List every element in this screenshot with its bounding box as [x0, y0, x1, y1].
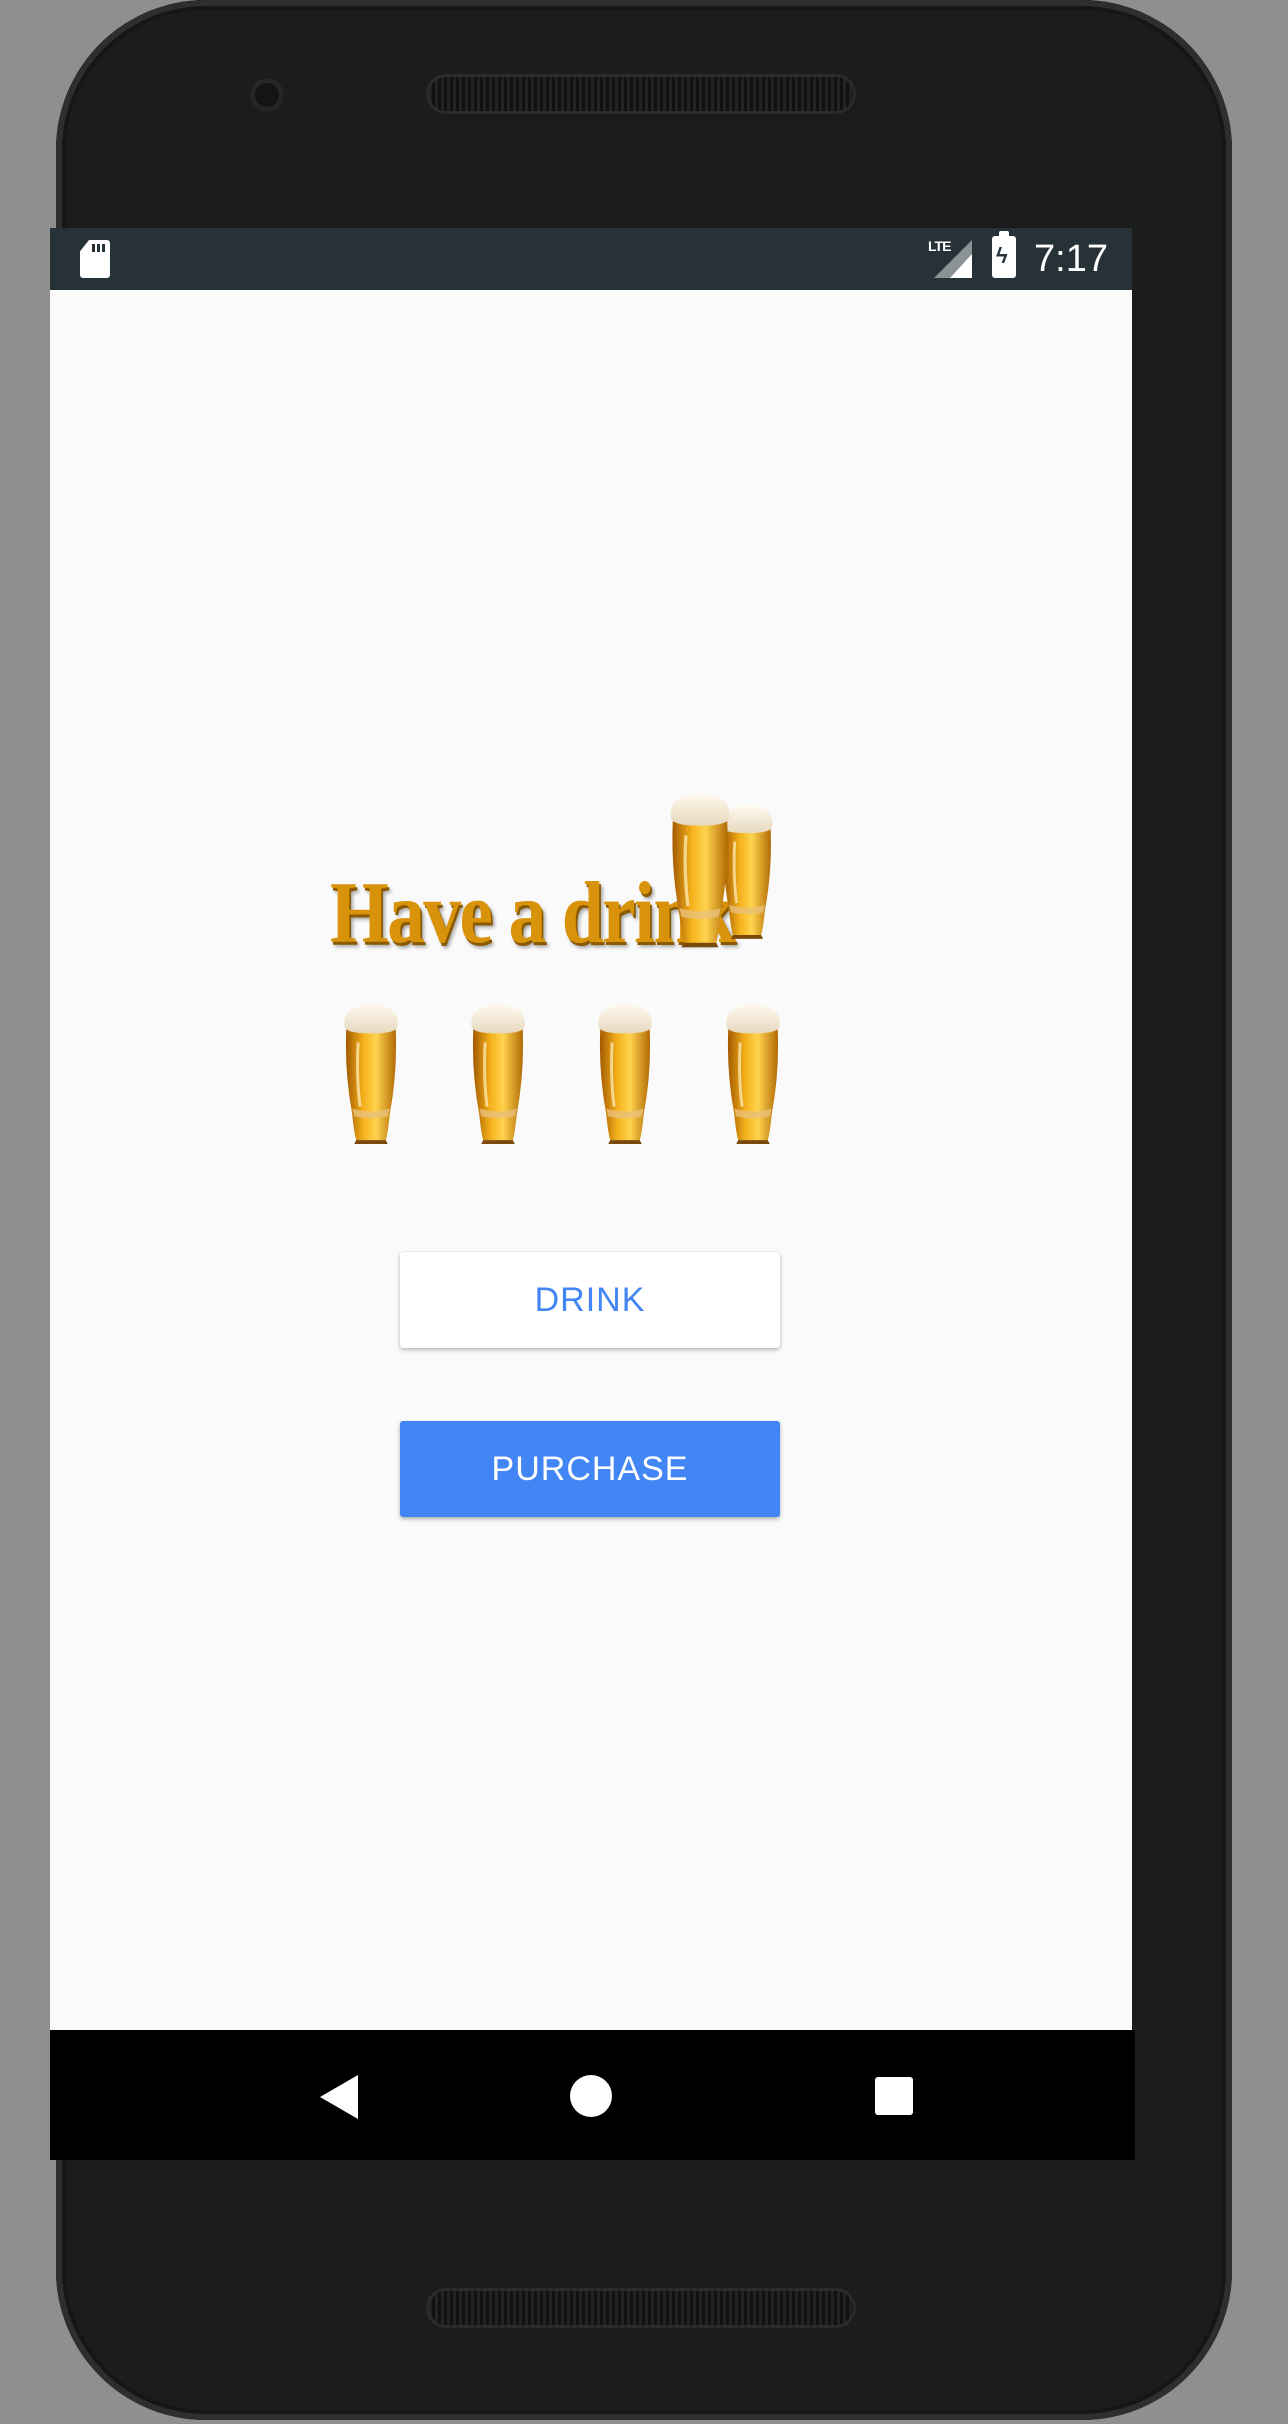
drink-button[interactable]: DRINK [400, 1252, 780, 1348]
status-time: 7:17 [1034, 238, 1108, 280]
have-a-drink-logo: Have a drink [330, 778, 850, 978]
network-type-label: LTE [928, 238, 951, 254]
beer-glass-icon [463, 998, 533, 1146]
back-icon[interactable] [320, 2075, 358, 2119]
battery-charging-icon: ϟ [992, 231, 1016, 278]
recents-icon[interactable] [875, 2077, 913, 2115]
purchase-button[interactable]: PURCHASE [400, 1421, 780, 1517]
bottom-speaker [426, 2288, 856, 2328]
beer-glass-icon [336, 998, 406, 1146]
beer-glass-icon [662, 770, 738, 966]
navigation-bar [50, 2030, 1135, 2160]
app-screen: LTE ϟ 7:17 Have a drink DRINK PURCHASE [50, 228, 1132, 2158]
front-camera [250, 78, 284, 112]
status-bar: LTE ϟ 7:17 [50, 228, 1132, 290]
top-speaker [426, 74, 856, 114]
beer-glass-icon [590, 998, 660, 1146]
sd-card-icon [80, 240, 110, 278]
beer-glass-icon [718, 998, 788, 1146]
home-icon[interactable] [570, 2075, 612, 2117]
